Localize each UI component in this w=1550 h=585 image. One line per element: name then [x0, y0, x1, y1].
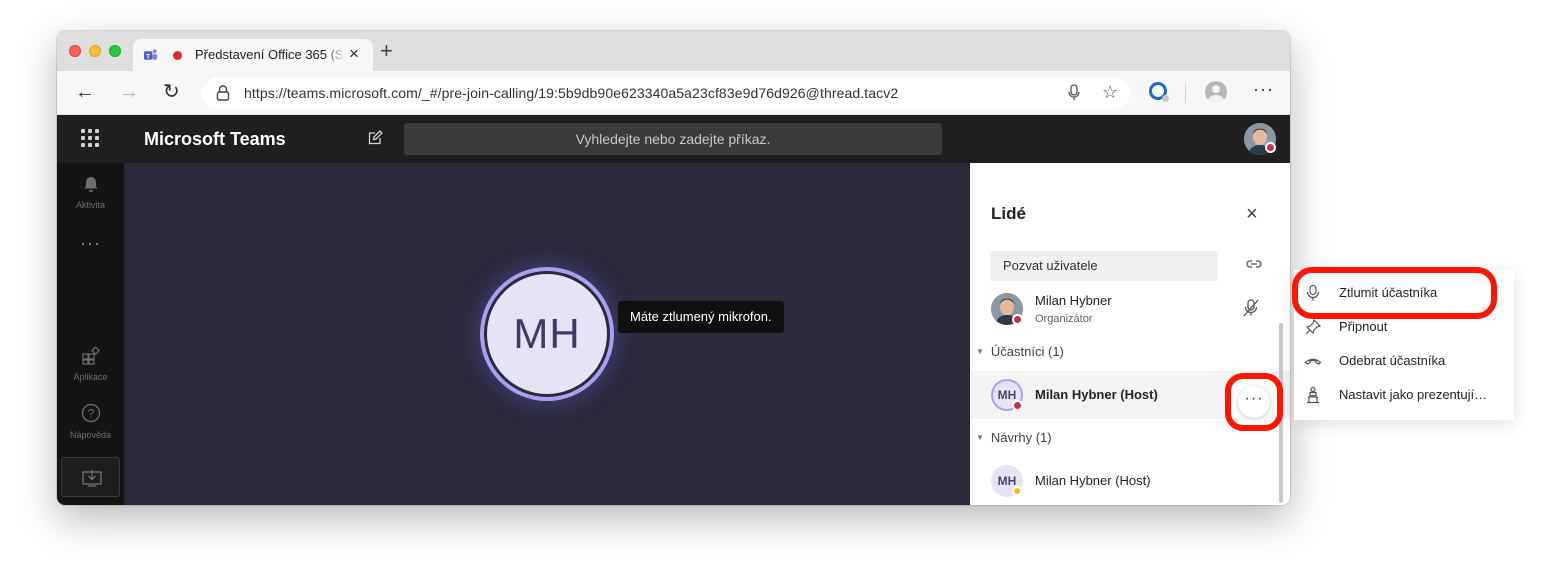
tab-close-button[interactable]: × — [349, 44, 359, 64]
toolbar-divider — [1185, 83, 1186, 103]
recording-indicator-icon — [173, 51, 182, 60]
apps-icon — [81, 346, 100, 365]
suggestion-name: Milan Hybner (Host) — [1035, 473, 1151, 488]
participant-name: Milan Hybner (Host) — [1035, 387, 1158, 402]
rail-apps[interactable]: Aplikace — [57, 346, 124, 382]
muted-tooltip: Máte ztlumený mikrofon. — [618, 301, 784, 333]
window-minimize-button[interactable] — [89, 45, 101, 57]
teams-icon: T — [143, 49, 158, 60]
speaker-avatar-ring: MH — [480, 267, 614, 401]
reload-button[interactable]: ↻ — [163, 81, 180, 103]
participants-section-header[interactable]: ▼ Účastníci (1) — [976, 344, 1064, 359]
teams-header: Microsoft Teams Vyhledejte nebo zadejte … — [57, 115, 1290, 163]
url-text: https://teams.microsoft.com/_#/pre-join-… — [244, 85, 899, 101]
suggestion-row[interactable]: MH Milan Hybner (Host) — [970, 457, 1290, 505]
address-bar[interactable]: https://teams.microsoft.com/_#/pre-join-… — [202, 77, 1130, 109]
download-icon — [82, 470, 102, 487]
people-panel: Lidé × Pozvat uživatele Milan Hybner Org… — [970, 163, 1290, 505]
window-maximize-button[interactable] — [109, 45, 121, 57]
busy-status-icon — [1012, 314, 1023, 325]
mute-option-highlight — [1292, 267, 1497, 319]
browser-tab[interactable]: T Představení Office 365 (S × — [133, 39, 373, 71]
svg-text:?: ? — [87, 407, 94, 421]
panel-close-button[interactable]: × — [1246, 204, 1258, 224]
rail-help[interactable]: ? Nápověda — [57, 403, 124, 440]
rail-activity[interactable]: Aktivita — [57, 175, 124, 210]
favorite-star-icon[interactable]: ☆ — [1102, 82, 1118, 103]
new-tab-button[interactable]: + — [380, 40, 393, 62]
tab-strip: T Představení Office 365 (S × + — [57, 31, 1290, 71]
organizer-name: Milan Hybner — [1035, 293, 1112, 308]
rail-apps-label: Aplikace — [73, 372, 108, 382]
more-apps-icon: ··· — [80, 233, 101, 253]
presenter-icon — [1307, 386, 1319, 404]
invite-people-input[interactable]: Pozvat uživatele — [990, 251, 1218, 281]
speaker-avatar: MH — [487, 274, 607, 394]
window-close-button[interactable] — [69, 45, 81, 57]
browser-profile-icon[interactable] — [1205, 81, 1227, 103]
more-options-button[interactable]: ··· — [1238, 386, 1270, 418]
help-icon: ? — [81, 403, 100, 423]
panel-title: Lidé — [991, 204, 1026, 223]
tab-title: Představení Office 365 (S — [195, 47, 345, 62]
organizer-row[interactable]: Milan Hybner Organizátor — [970, 285, 1290, 333]
rail-activity-label: Aktivita — [75, 200, 105, 210]
back-button[interactable]: ← — [75, 81, 95, 103]
browser-more-button[interactable]: ··· — [1253, 79, 1274, 100]
menu-item-pin-label: Připnout — [1339, 319, 1388, 334]
chevron-down-icon: ▼ — [976, 433, 984, 442]
busy-status-icon — [1265, 142, 1276, 153]
browser-window: T Představení Office 365 (S × + ← → ↻ ht… — [57, 31, 1290, 505]
menu-item-remove-label: Odebrat účastníka — [1339, 353, 1446, 368]
app-launcher-icon[interactable] — [81, 129, 99, 147]
rail-more-apps[interactable]: ··· — [57, 233, 124, 254]
call-stage: MH Máte ztlumený mikrofon. — [124, 163, 970, 505]
bell-icon — [84, 177, 97, 192]
menu-item-presenter-label: Nastavit jako prezentují… — [1339, 387, 1488, 402]
suggestions-header-label: Návrhy (1) — [990, 430, 1052, 445]
microphone-icon[interactable] — [1068, 84, 1080, 102]
rail-help-label: Nápověda — [69, 430, 112, 440]
copy-link-icon[interactable] — [1245, 258, 1263, 270]
lock-icon — [216, 85, 230, 101]
hang-up-icon — [1304, 358, 1322, 365]
new-chat-icon[interactable] — [367, 130, 383, 146]
extension-icon[interactable] — [1149, 82, 1169, 102]
organizer-role: Organizátor — [1035, 313, 1093, 325]
menu-item-remove[interactable]: Odebrat účastníka — [1294, 347, 1514, 377]
suggestions-section-header[interactable]: ▼ Návrhy (1) — [976, 430, 1052, 445]
app-rail: Aktivita ··· Aplikace ? Nápověda — [57, 163, 124, 505]
microphone-off-icon — [1243, 299, 1259, 317]
participants-header-label: Účastníci (1) — [990, 344, 1064, 359]
pin-icon — [1305, 318, 1322, 335]
more-options-highlight: ··· — [1225, 373, 1283, 431]
forward-button[interactable]: → — [119, 81, 139, 103]
away-status-icon — [1012, 486, 1022, 496]
menu-item-presenter[interactable]: Nastavit jako prezentují… — [1294, 381, 1514, 411]
app-title: Microsoft Teams — [144, 129, 286, 149]
command-search-input[interactable]: Vyhledejte nebo zadejte příkaz. — [404, 123, 942, 155]
browser-toolbar: ← → ↻ https://teams.microsoft.com/_#/pre… — [57, 71, 1290, 115]
busy-status-icon — [1012, 400, 1023, 411]
svg-text:T: T — [146, 53, 150, 60]
chevron-down-icon: ▼ — [976, 347, 984, 356]
download-app-button[interactable] — [61, 457, 120, 497]
